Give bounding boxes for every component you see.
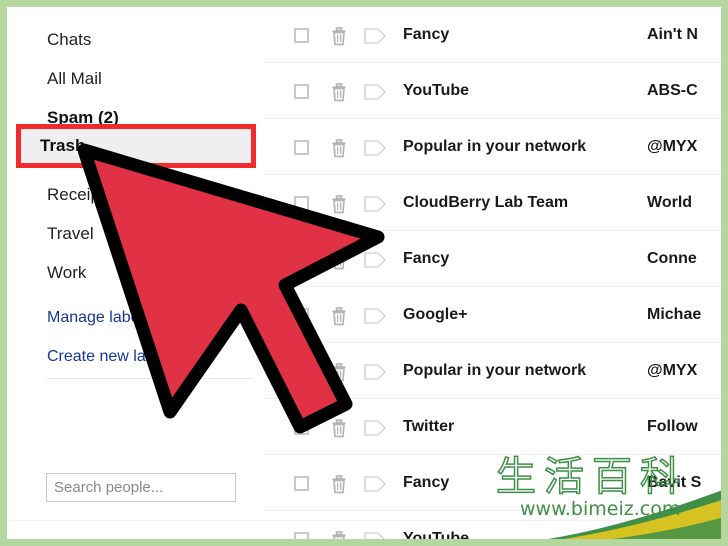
table-row[interactable]: Fancy Ain't N <box>263 7 721 63</box>
table-row[interactable]: Fancy Bavit S <box>263 455 721 511</box>
search-people-input[interactable] <box>46 473 236 502</box>
checkbox-icon[interactable] <box>294 532 309 546</box>
checkbox-icon[interactable] <box>294 252 309 267</box>
mail-sender: YouTube <box>403 82 470 99</box>
screenshot-root: Chats All Mail Spam (2) Receipts Travel … <box>0 0 728 546</box>
mail-sender: YouTube <box>403 530 470 546</box>
table-row[interactable]: Twitter Follow <box>263 399 721 455</box>
trash-icon[interactable] <box>329 417 349 438</box>
trash-icon[interactable] <box>329 25 349 46</box>
checkbox-icon[interactable] <box>294 28 309 43</box>
checkbox-icon[interactable] <box>294 364 309 379</box>
mail-subject: @MYX <box>647 362 698 379</box>
table-row[interactable]: YouTube ABS-C <box>263 63 721 119</box>
sidebar-item-label: Trash <box>40 136 86 155</box>
mail-sender: Fancy <box>403 250 450 267</box>
trash-icon[interactable] <box>329 249 349 270</box>
table-row[interactable]: Popular in your network @MYX <box>263 343 721 399</box>
mail-sender: Popular in your network <box>403 362 587 379</box>
tag-icon[interactable] <box>364 476 386 492</box>
trash-icon[interactable] <box>329 473 349 494</box>
tag-icon[interactable] <box>364 420 386 436</box>
sidebar-item-receipts[interactable]: Receipts <box>7 176 263 214</box>
checkbox-icon[interactable] <box>294 140 309 155</box>
tag-icon[interactable] <box>364 28 386 44</box>
table-row[interactable]: YouTube <box>263 511 721 546</box>
mail-subject: Ain't N <box>647 26 698 43</box>
manage-labels-link[interactable]: Manage labels <box>47 309 151 327</box>
mail-sender: Popular in your network <box>403 138 587 155</box>
sidebar-item-label: All Mail <box>47 69 102 88</box>
mail-subject: Follow <box>647 418 698 435</box>
trash-icon[interactable] <box>329 529 349 546</box>
trash-icon[interactable] <box>329 137 349 158</box>
mail-subject: Conne <box>647 250 697 267</box>
trash-icon[interactable] <box>329 193 349 214</box>
mail-subject: Bavit S <box>647 474 702 491</box>
mail-subject: World <box>647 194 693 211</box>
sidebar-item-label: Chats <box>47 30 92 49</box>
sidebar-item-chats[interactable]: Chats <box>7 21 263 59</box>
checkbox-icon[interactable] <box>294 476 309 491</box>
sidebar-divider <box>45 378 253 379</box>
create-new-label-link[interactable]: Create new label <box>47 348 167 366</box>
tag-icon[interactable] <box>364 84 386 100</box>
tag-icon[interactable] <box>364 196 386 212</box>
mail-subject: Michae <box>647 306 702 323</box>
tag-icon[interactable] <box>364 532 386 546</box>
mail-sender: Twitter <box>403 418 455 435</box>
tag-icon[interactable] <box>364 364 386 380</box>
sidebar-item-label: Work <box>47 263 87 282</box>
tag-icon[interactable] <box>364 252 386 268</box>
checkbox-icon[interactable] <box>294 196 309 211</box>
tag-icon[interactable] <box>364 140 386 156</box>
sidebar-bottom-divider <box>10 520 710 521</box>
table-row[interactable]: Popular in your network @MYX <box>263 119 721 175</box>
checkbox-icon[interactable] <box>294 84 309 99</box>
sidebar-item-work[interactable]: Work <box>7 254 263 292</box>
mail-sender: CloudBerry Lab Team <box>403 194 569 211</box>
trash-icon[interactable] <box>329 361 349 382</box>
tag-icon[interactable] <box>364 308 386 324</box>
mail-subject: ABS-C <box>647 82 698 99</box>
table-row[interactable]: Fancy Conne <box>263 231 721 287</box>
mail-list: Fancy Ain't N YouTube ABS-C Popular in y… <box>263 7 721 546</box>
mail-sender: Google+ <box>403 306 468 323</box>
trash-icon[interactable] <box>329 81 349 102</box>
mail-sender: Fancy <box>403 26 450 43</box>
sidebar-item-all-mail[interactable]: All Mail <box>7 60 263 98</box>
sidebar: Chats All Mail Spam (2) Receipts Travel … <box>7 7 263 539</box>
trash-icon[interactable] <box>329 305 349 326</box>
sidebar-item-label: Receipts <box>47 185 114 204</box>
sidebar-item-travel[interactable]: Travel <box>7 215 263 253</box>
checkbox-icon[interactable] <box>294 420 309 435</box>
table-row[interactable]: Google+ Michae <box>263 287 721 343</box>
mail-subject: @MYX <box>647 138 698 155</box>
sidebar-item-label: Travel <box>47 224 94 243</box>
mail-sender: Fancy <box>403 474 450 491</box>
sidebar-item-trash[interactable]: Trash <box>40 124 256 168</box>
checkbox-icon[interactable] <box>294 308 309 323</box>
table-row[interactable]: CloudBerry Lab Team World <box>263 175 721 231</box>
